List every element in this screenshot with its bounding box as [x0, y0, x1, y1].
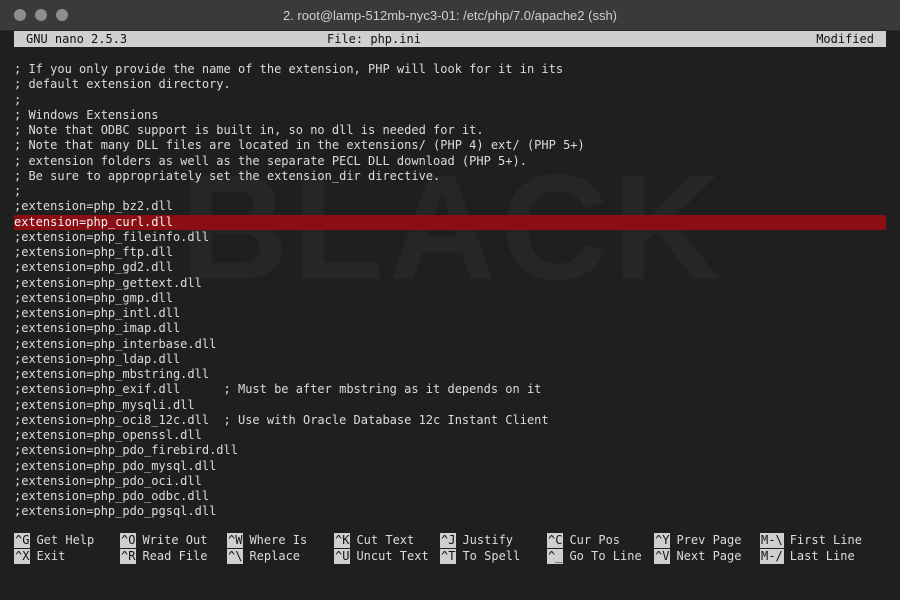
shortcut-exit[interactable]: ^X Exit [14, 549, 65, 564]
editor-line[interactable]: ; If you only provide the name of the ex… [14, 62, 886, 77]
shortcut-key: ^W [227, 533, 244, 548]
shortcut-label: Justify [462, 533, 514, 547]
editor-line[interactable]: ;extension=php_pdo_pgsql.dll [14, 504, 886, 519]
shortcut-read-file[interactable]: ^R Read File [120, 549, 207, 564]
nano-shortcut-bar: ^G Get Help ^O Write Out ^W Where Is ^K Cut Tex… [14, 533, 886, 565]
editor-line[interactable]: ; Be sure to appropriately set the exten… [14, 169, 886, 184]
shortcut-label: Cur Pos [569, 533, 621, 547]
shortcut-last-line[interactable]: M-/ Last Line [760, 549, 855, 564]
shortcut-label: Go To Line [569, 549, 642, 563]
shortcut-label: Cut Text [356, 533, 415, 547]
shortcut-go-to-line[interactable]: ^_ Go To Line [547, 549, 642, 564]
editor-line[interactable]: ;extension=php_mysqli.dll [14, 398, 886, 413]
editor-line[interactable]: ;extension=php_gettext.dll [14, 276, 886, 291]
shortcut-key: ^J [440, 533, 457, 548]
editor-line[interactable]: ;extension=php_imap.dll [14, 321, 886, 336]
shortcut-key: ^Y [654, 533, 671, 548]
shortcut-where-is[interactable]: ^W Where Is [227, 533, 307, 548]
shortcut-cur-pos[interactable]: ^C Cur Pos [547, 533, 620, 548]
editor-line[interactable]: ; Note that many DLL files are located i… [14, 138, 886, 153]
zoom-window-button[interactable] [56, 9, 68, 21]
editor-line[interactable]: ;extension=php_gmp.dll [14, 291, 886, 306]
shortcut-label: Replace [249, 549, 301, 563]
editor-buffer[interactable]: ; If you only provide the name of the ex… [14, 62, 886, 520]
shortcut-label: Next Page [676, 549, 742, 563]
shortcut-label: First Line [789, 533, 862, 547]
shortcut-label: Read File [142, 549, 208, 563]
shortcut-prev-page[interactable]: ^Y Prev Page [654, 533, 741, 548]
shortcut-key: ^R [120, 549, 137, 564]
shortcut-key: ^X [14, 549, 31, 564]
shortcut-first-line[interactable]: M-\ First Line [760, 533, 862, 548]
editor-line[interactable]: ; [14, 93, 886, 108]
shortcut-label: Write Out [142, 533, 208, 547]
editor-line[interactable]: ;extension=php_ldap.dll [14, 352, 886, 367]
shortcut-label: Last Line [789, 549, 855, 563]
shortcut-key: ^\ [227, 549, 244, 564]
shortcut-key: ^C [547, 533, 564, 548]
editor-line[interactable]: ;extension=php_bz2.dll [14, 199, 886, 214]
minimize-window-button[interactable] [35, 9, 47, 21]
shortcut-cut-text[interactable]: ^K Cut Text [334, 533, 414, 548]
shortcut-label: To Spell [462, 549, 521, 563]
editor-line[interactable]: ;extension=php_interbase.dll [14, 337, 886, 352]
editor-line[interactable]: ;extension=php_pdo_odbc.dll [14, 489, 886, 504]
shortcut-label: Get Help [36, 533, 95, 547]
nano-version: GNU nano 2.5.3 [26, 32, 128, 46]
editor-line[interactable]: ;extension=php_gd2.dll [14, 260, 886, 275]
editor-line[interactable]: ; Windows Extensions [14, 108, 886, 123]
editor-line[interactable]: ;extension=php_pdo_oci.dll [14, 474, 886, 489]
nano-modified-status: Modified [816, 32, 874, 46]
shortcut-to-spell[interactable]: ^T To Spell [440, 549, 520, 564]
close-window-button[interactable] [14, 9, 26, 21]
editor-line[interactable]: ;extension=php_pdo_mysql.dll [14, 459, 886, 474]
editor-line[interactable]: ; Note that ODBC support is built in, so… [14, 123, 886, 138]
shortcut-justify[interactable]: ^J Justify [440, 533, 513, 548]
editor-line[interactable]: ;extension=php_pdo_firebird.dll [14, 443, 886, 458]
shortcut-key: ^K [334, 533, 351, 548]
shortcut-key: ^V [654, 549, 671, 564]
shortcut-get-help[interactable]: ^G Get Help [14, 533, 94, 548]
shortcut-key: ^G [14, 533, 31, 548]
editor-line[interactable]: ;extension=php_ftp.dll [14, 245, 886, 260]
shortcut-replace[interactable]: ^\ Replace [227, 549, 300, 564]
shortcut-next-page[interactable]: ^V Next Page [654, 549, 741, 564]
shortcut-key: ^_ [547, 549, 564, 564]
shortcut-label: Uncut Text [356, 549, 429, 563]
terminal-content[interactable]: BLACK GNU nano 2.5.3 File: php.ini Modif… [0, 31, 900, 600]
editor-line[interactable]: ;extension=php_fileinfo.dll [14, 230, 886, 245]
editor-line[interactable]: ; [14, 184, 886, 199]
shortcut-key: ^U [334, 549, 351, 564]
traffic-lights [14, 9, 68, 21]
shortcut-uncut-text[interactable]: ^U Uncut Text [334, 549, 429, 564]
shortcut-key: ^O [120, 533, 137, 548]
window-title: 2. root@lamp-512mb-nyc3-01: /etc/php/7.0… [282, 7, 618, 23]
terminal-window: 2. root@lamp-512mb-nyc3-01: /etc/php/7.0… [0, 0, 900, 600]
shortcut-key: ^T [440, 549, 457, 564]
editor-line[interactable]: ; extension folders as well as the separ… [14, 154, 886, 169]
editor-line-selected[interactable]: extension=php_curl.dll [14, 214, 886, 230]
shortcut-key: M-\ [760, 533, 784, 548]
window-titlebar[interactable]: 2. root@lamp-512mb-nyc3-01: /etc/php/7.0… [0, 0, 900, 31]
shortcut-label: Exit [36, 549, 66, 563]
nano-header-bar: GNU nano 2.5.3 File: php.ini Modified [14, 31, 886, 47]
editor-line[interactable]: ;extension=php_mbstring.dll [14, 367, 886, 382]
editor-line[interactable]: ;extension=php_exif.dll ; Must be after … [14, 382, 886, 397]
editor-line[interactable]: ; default extension directory. [14, 77, 886, 92]
editor-line[interactable]: ;extension=php_intl.dll [14, 306, 886, 321]
shortcut-label: Where Is [249, 533, 308, 547]
editor-line[interactable]: ;extension=php_oci8_12c.dll ; Use with O… [14, 413, 886, 428]
shortcut-write-out[interactable]: ^O Write Out [120, 533, 207, 548]
editor-line[interactable]: ;extension=php_openssl.dll [14, 428, 886, 443]
nano-filename: File: php.ini [327, 32, 421, 46]
shortcut-key: M-/ [760, 549, 784, 564]
shortcut-label: Prev Page [676, 533, 742, 547]
